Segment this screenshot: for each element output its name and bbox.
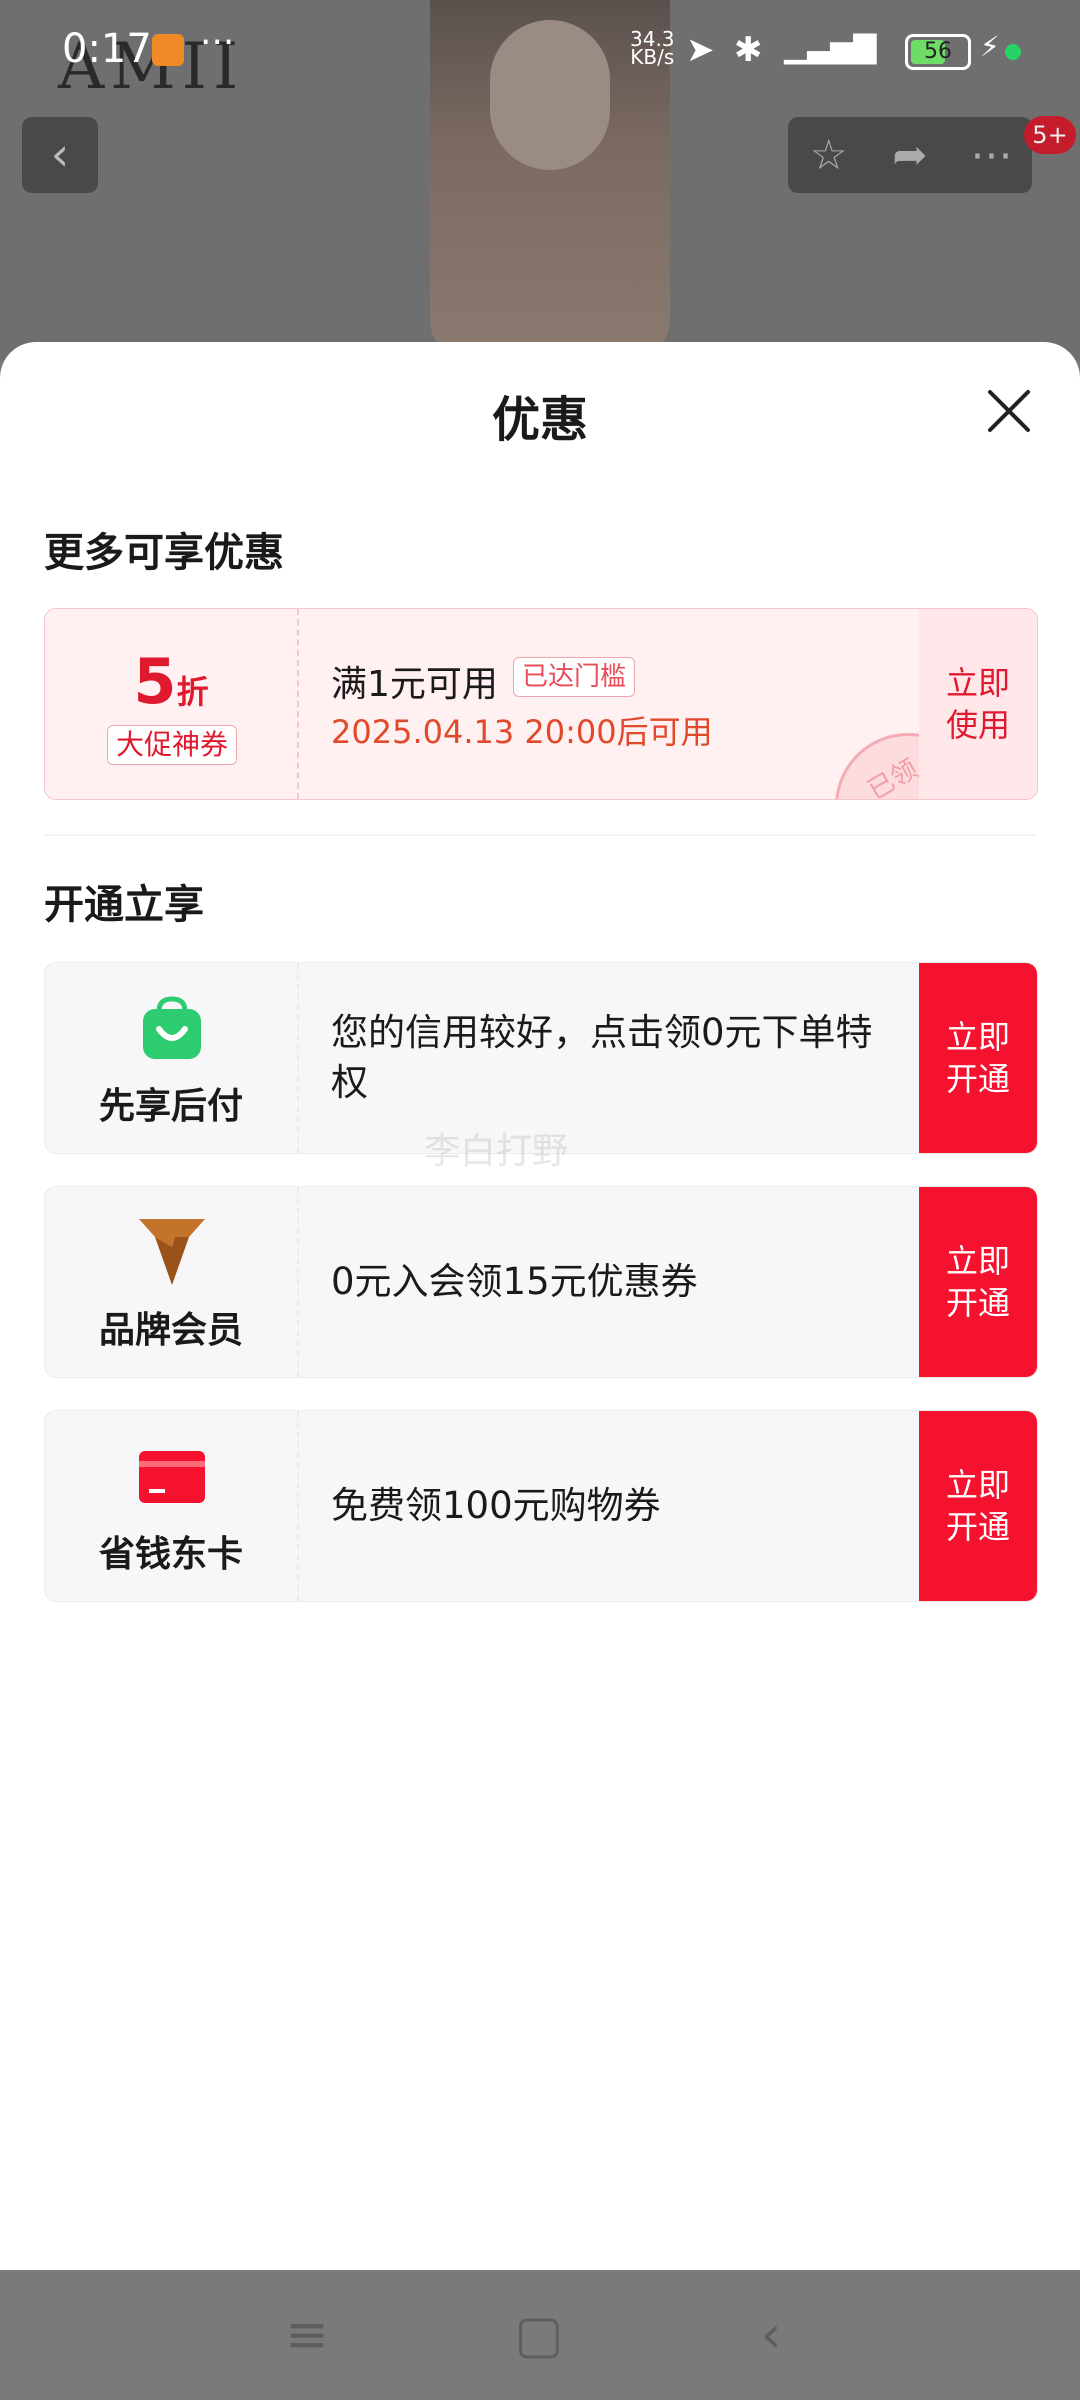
status-time: 0:17: [62, 26, 152, 72]
card-icon: [139, 1451, 205, 1503]
app-notification-icon: [152, 34, 184, 66]
benefit-card-brand-member: 品牌会员 0元入会领15元优惠券 立即开通: [44, 1186, 1038, 1378]
activate-button[interactable]: 立即开通: [919, 1411, 1037, 1601]
coupon-validity: 2025.04.13 20:00后可用: [331, 713, 713, 751]
activate-button[interactable]: 立即开通: [919, 963, 1037, 1153]
coupon-condition: 满1元可用: [331, 664, 498, 705]
activate-button[interactable]: 立即开通: [919, 1187, 1037, 1377]
benefit-name: 省钱东卡: [98, 1534, 243, 1575]
more-icon[interactable]: ⋯: [951, 117, 1032, 193]
network-speed: 34.3 KB/s: [630, 27, 675, 69]
threshold-met-badge: 已达门槛: [513, 657, 636, 697]
benefit-name: 品牌会员: [98, 1310, 243, 1351]
menu-icon[interactable]: ≡: [272, 2300, 342, 2370]
share-icon[interactable]: ➦: [869, 117, 950, 193]
coupon-card: 5折 大促神券 满1元可用 已达门槛 2025.04.13 20:00后可用 已…: [44, 608, 1038, 800]
benefit-desc: 0元入会领15元优惠券: [331, 1260, 698, 1303]
cart-count-badge: 5+: [1024, 116, 1076, 154]
top-actions: ☆ ➦ ⋯: [788, 117, 1032, 193]
brand-v-icon: [139, 1219, 205, 1285]
benefit-name: 先享后付: [98, 1086, 243, 1127]
coupon-discount-area: 5折 大促神券: [45, 609, 299, 799]
section-title-open: 开通立享: [44, 882, 204, 928]
divider: [44, 834, 1036, 836]
discount-sheet: 优惠 更多可享优惠 5折 大促神券 满1元可用 已达门槛 2025.04.13 …: [0, 342, 1080, 2270]
back-icon[interactable]: ‹: [736, 2300, 806, 2370]
close-icon[interactable]: [984, 386, 1034, 436]
active-indicator: [1005, 44, 1021, 60]
bluetooth-icon: ✱: [734, 30, 763, 70]
favorite-star-icon[interactable]: ☆: [788, 117, 869, 193]
battery-icon: 56: [905, 34, 971, 70]
benefit-desc: 您的信用较好，点击领0元下单特权: [331, 1011, 873, 1104]
back-button[interactable]: ‹: [22, 117, 98, 193]
benefit-card-savings-card: 省钱东卡 免费领100元购物券 立即开通: [44, 1410, 1038, 1602]
sheet-title: 优惠: [491, 392, 588, 448]
section-title-more: 更多可享优惠: [44, 530, 284, 576]
wifi-icon: ◠: [846, 30, 876, 70]
coupon-type-tag: 大促神券: [107, 725, 238, 765]
charging-icon: ⚡: [980, 30, 1000, 63]
system-nav-bar: ≡ ▢ ‹: [0, 2270, 1080, 2400]
shopping-bag-icon: [143, 996, 201, 1059]
status-bar: 0:17 ··· 34.3 KB/s ➤ ✱ ▁▃▅▇ ◠ 56 ⚡: [0, 0, 1080, 100]
location-icon: ➤: [686, 30, 715, 70]
watermark: 李白打野: [424, 1131, 569, 1172]
more-notifications: ···: [200, 22, 235, 63]
coupon-discount: 5折: [133, 645, 209, 718]
use-now-button[interactable]: 立即使用: [919, 609, 1037, 799]
home-icon[interactable]: ▢: [504, 2300, 574, 2370]
benefit-desc: 免费领100元购物券: [331, 1484, 661, 1527]
